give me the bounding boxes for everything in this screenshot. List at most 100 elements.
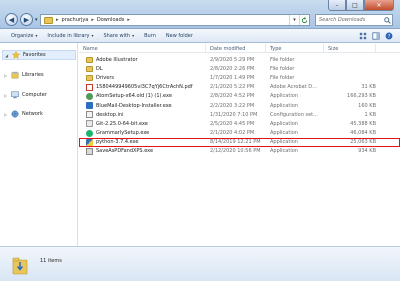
file-date: 2/12/2020 10:56 PM	[210, 148, 261, 155]
help-icon[interactable]: ?	[384, 31, 394, 41]
folder-icon	[86, 56, 93, 63]
nav-item-favorites[interactable]: ◢ Favorites	[2, 50, 76, 60]
file-name-cell[interactable]: SaveAsPDFandXPS.exe	[79, 147, 206, 155]
downloads-folder-icon	[12, 257, 28, 275]
file-name-cell[interactable]: BlueMail-Desktop-Installer.exe	[79, 102, 206, 110]
include-in-library-label: Include in library	[47, 32, 90, 39]
nav-buttons: ◀ ▶ ▾	[5, 13, 41, 26]
close-button[interactable]: ✕	[364, 0, 394, 11]
nav-label-network: Network	[22, 111, 43, 117]
exe-gram-icon	[86, 129, 93, 137]
file-size: 934 KB	[358, 148, 376, 155]
file-row[interactable]: Git-2.25.0-64-bit.exe 2/5/2020 4:45 PM App…	[79, 119, 400, 128]
file-date: 8/14/2019 12:21 PM	[210, 139, 261, 146]
address-dropdown-button[interactable]: ▾	[289, 15, 299, 25]
file-size: 31 KB	[361, 84, 376, 91]
chevron-down-icon[interactable]: ◢	[5, 53, 9, 58]
file-name-cell[interactable]: DL	[79, 65, 206, 72]
exe-py-icon	[86, 138, 93, 146]
file-name: Adobe Illustrator	[96, 56, 138, 63]
file-list: Name Date modified Type Size Adobe Illus…	[79, 43, 400, 246]
chevron-right-icon[interactable]: ▷	[4, 112, 8, 117]
file-name-cell[interactable]: Adobe Illustrator	[79, 56, 206, 63]
column-header-date[interactable]: Date modified	[206, 44, 266, 53]
share-with-button[interactable]: Share with ▾	[98, 30, 139, 41]
file-row[interactable]: DL 2/8/2020 2:26 PM File folder	[79, 64, 400, 73]
file-name-cell[interactable]: GrammarlySetup.exe	[79, 129, 206, 137]
nav-item-libraries[interactable]: ▷ Libraries	[4, 70, 44, 80]
breadcrumb-separator-icon[interactable]: ▸	[127, 17, 130, 23]
search-input[interactable]: Search Downloads	[319, 17, 382, 23]
file-row[interactable]: python-3.7.4.exe 8/14/2019 12:21 PM Applic…	[79, 137, 400, 147]
exe-git-icon	[86, 120, 93, 128]
file-date: 1/7/2020 1:49 PM	[210, 74, 255, 81]
file-row[interactable]: desktop.ini 1/31/2020 7:10 PM Configuratio…	[79, 110, 400, 119]
breadcrumb-separator-icon[interactable]: ▸	[56, 17, 59, 23]
column-header-type[interactable]: Type	[266, 44, 324, 53]
computer-icon	[11, 91, 19, 99]
file-row[interactable]: SaveAsPDFandXPS.exe 2/12/2020 10:56 PM App…	[79, 147, 400, 156]
chevron-right-icon[interactable]: ▷	[4, 73, 8, 78]
back-button[interactable]: ◀	[5, 13, 18, 26]
breadcrumb-separator-icon[interactable]: ▸	[91, 17, 94, 23]
breadcrumb-user[interactable]: prachurjya	[62, 17, 89, 23]
file-name-cell[interactable]: AtomSetup-x64.old (1) (1).exe	[79, 92, 206, 100]
refresh-button[interactable]	[299, 15, 309, 25]
organize-button[interactable]: Organize ▾	[6, 30, 42, 41]
file-row[interactable]: GrammarlySetup.exe 2/1/2020 4:02 PM Applic…	[79, 129, 400, 138]
file-row[interactable]: Drivers 1/7/2020 1:49 PM File folder	[79, 73, 400, 82]
column-header-name[interactable]: Name	[79, 44, 206, 53]
file-row[interactable]: 1580449949605vl3C7qYj6CtrAchN.pdf 2/1/202…	[79, 83, 400, 92]
nav-label-favorites: Favorites	[23, 52, 46, 58]
item-count: 11 items	[40, 258, 62, 264]
file-name-cell[interactable]: Drivers	[79, 74, 206, 81]
file-name-cell[interactable]: 1580449949605vl3C7qYj6CtrAchN.pdf	[79, 83, 206, 91]
file-name-cell[interactable]: python-3.7.4.exe	[79, 138, 206, 146]
nav-item-network[interactable]: ▷ Network	[4, 109, 43, 119]
chevron-right-icon[interactable]: ▷	[4, 93, 8, 98]
file-size: 45,388 KB	[350, 120, 376, 127]
search-box[interactable]: Search Downloads	[315, 14, 393, 26]
folder-icon	[44, 16, 53, 24]
organize-label: Organize	[11, 32, 34, 39]
minimize-button[interactable]: –	[328, 0, 346, 11]
nav-item-computer[interactable]: ▷ Computer	[4, 90, 47, 100]
file-row[interactable]: Adobe Illustrator 2/9/2020 5:29 PM File fo…	[79, 55, 400, 64]
file-size: 166,293 KB	[347, 93, 376, 100]
file-name: GrammarlySetup.exe	[96, 130, 150, 137]
file-name: python-3.7.4.exe	[96, 139, 139, 146]
forward-button[interactable]: ▶	[20, 13, 33, 26]
search-icon[interactable]	[382, 15, 392, 25]
pdf-icon	[86, 83, 93, 91]
new-folder-label: New folder	[165, 32, 193, 39]
file-row[interactable]: BlueMail-Desktop-Installer.exe 2/2/2020 3…	[79, 101, 400, 110]
change-view-icon[interactable]	[358, 31, 368, 41]
file-name-cell[interactable]: Git-2.25.0-64-bit.exe	[79, 120, 206, 128]
chevron-down-icon: ▾	[35, 33, 38, 38]
file-type: Application	[270, 102, 298, 109]
new-folder-button[interactable]: New folder	[161, 30, 198, 41]
preview-pane-icon[interactable]	[371, 31, 381, 41]
file-date: 2/8/2020 4:52 PM	[210, 93, 255, 100]
file-name-cell[interactable]: desktop.ini	[79, 111, 206, 119]
file-type: Application	[270, 130, 298, 137]
file-row[interactable]: AtomSetup-x64.old (1) (1).exe 2/8/2020 4:…	[79, 92, 400, 101]
file-type: File folder	[270, 74, 295, 81]
file-size: 46,084 KB	[350, 130, 376, 137]
file-name: AtomSetup-x64.old (1) (1).exe	[96, 93, 172, 100]
file-name: 1580449949605vl3C7qYj6CtrAchN.pdf	[96, 84, 193, 91]
chevron-down-icon: ▾	[132, 33, 135, 38]
burn-label: Burn	[144, 32, 156, 39]
breadcrumb-downloads[interactable]: Downloads	[97, 17, 124, 23]
burn-button[interactable]: Burn	[139, 30, 161, 41]
address-bar[interactable]: ▸ prachurjya ▸ Downloads ▸ ▾	[40, 14, 310, 26]
exe-save-icon	[86, 147, 93, 155]
window-controls: – □ ✕	[328, 0, 394, 11]
maximize-button[interactable]: □	[346, 0, 364, 11]
file-name: BlueMail-Desktop-Installer.exe	[96, 102, 172, 109]
file-date: 2/5/2020 4:45 PM	[210, 120, 255, 127]
file-date: 2/9/2020 5:29 PM	[210, 56, 255, 63]
include-in-library-button[interactable]: Include in library ▾	[42, 30, 98, 41]
column-header-size[interactable]: Size	[324, 44, 376, 53]
folder-icon	[86, 74, 93, 81]
